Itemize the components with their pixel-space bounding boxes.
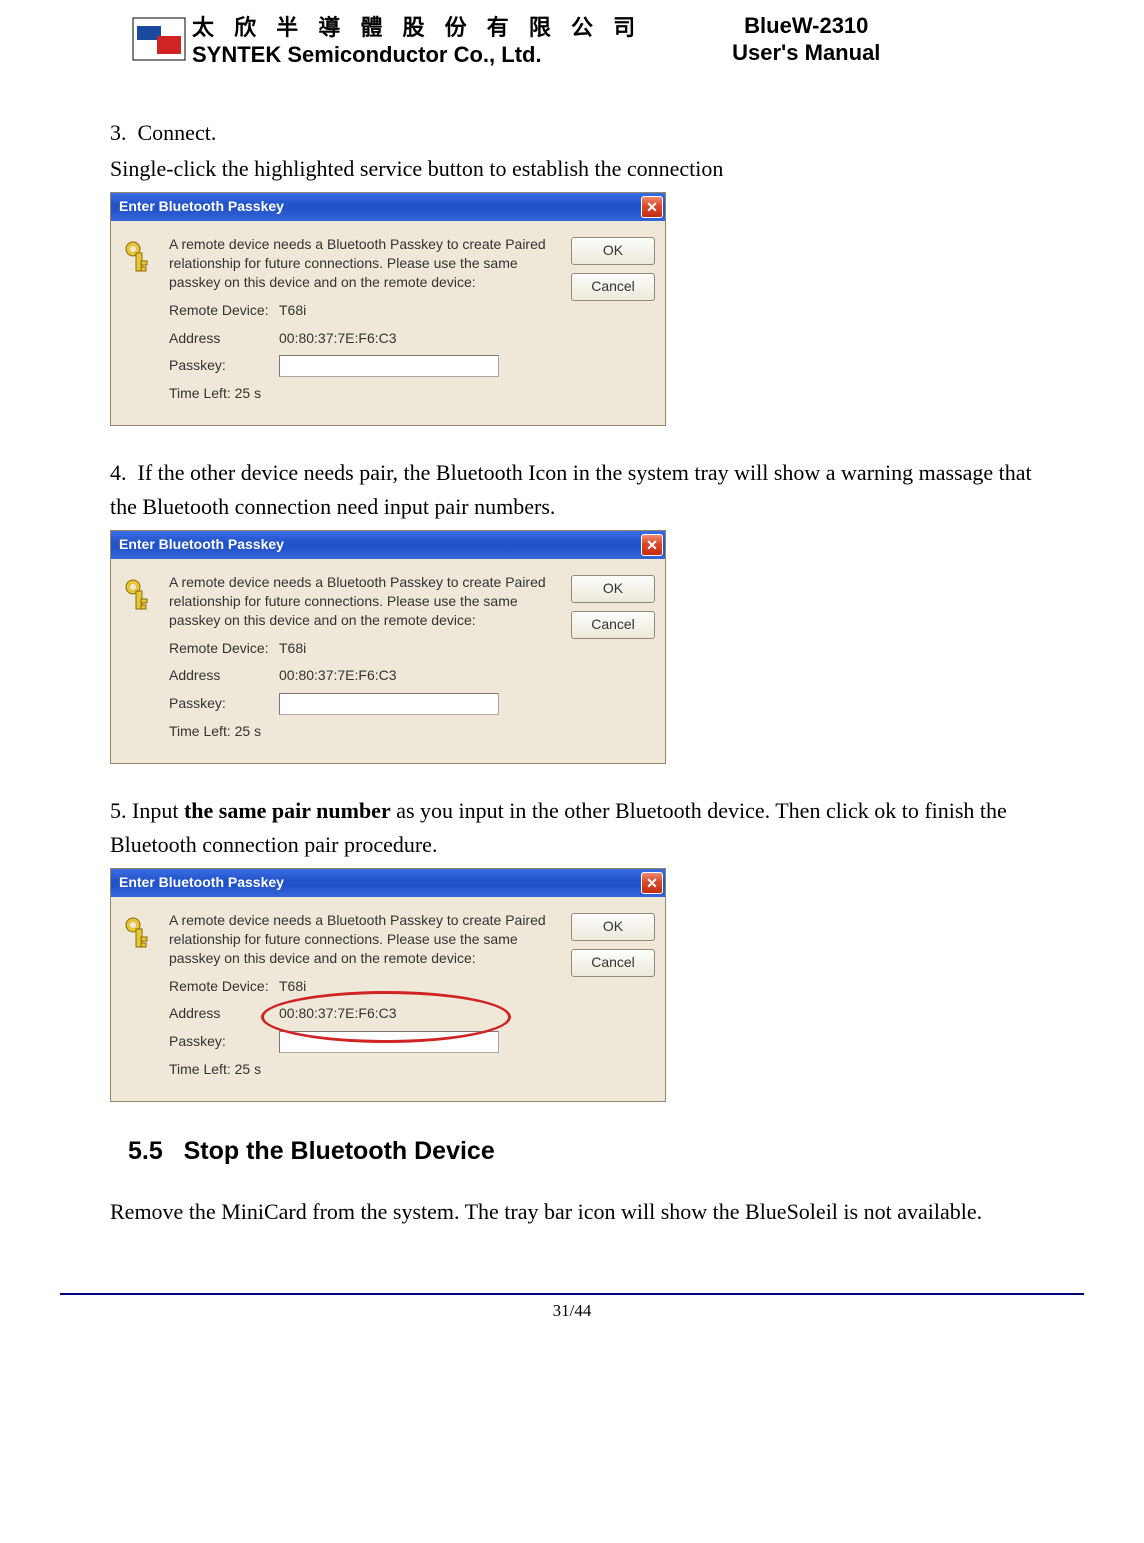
address-label: Address [169,1003,279,1025]
dialog-title: Enter Bluetooth Passkey [119,534,641,556]
company-name-chinese: 太 欣 半 導 體 股 份 有 限 公 司 [192,10,642,42]
key-icon [123,573,159,749]
ok-button[interactable]: OK [571,575,655,603]
key-icon [123,911,159,1087]
dialog-message: A remote device needs a Bluetooth Passke… [169,573,561,630]
passkey-label: Passkey: [169,355,279,377]
passkey-input[interactable] [279,1031,499,1053]
remote-device-value: T68i [279,638,306,660]
step-4: 4. If the other device needs pair, the B… [110,456,1034,524]
dialog-message: A remote device needs a Bluetooth Passke… [169,911,561,968]
company-logo [130,15,188,63]
address-value: 00:80:37:7E:F6:C3 [279,1003,397,1025]
ok-button[interactable]: OK [571,237,655,265]
time-left-label: Time Left: 25 s [169,383,261,405]
dialog-message: A remote device needs a Bluetooth Passke… [169,235,561,292]
cancel-button[interactable]: Cancel [571,273,655,301]
step-3-title: 3. Connect. [110,116,1034,150]
dialog-titlebar: Enter Bluetooth Passkey ✕ [111,531,665,559]
dialog-titlebar: Enter Bluetooth Passkey ✕ [111,193,665,221]
close-icon[interactable]: ✕ [641,872,663,894]
close-icon[interactable]: ✕ [641,196,663,218]
section-heading: 5.5 Stop the Bluetooth Device [128,1132,1034,1171]
product-name: BlueW-2310 [732,12,880,40]
remote-device-label: Remote Device: [169,638,279,660]
key-icon [123,235,159,411]
ok-button[interactable]: OK [571,913,655,941]
cancel-button[interactable]: Cancel [571,611,655,639]
passkey-input[interactable] [279,693,499,715]
remote-device-value: T68i [279,300,306,322]
dialog-titlebar: Enter Bluetooth Passkey ✕ [111,869,665,897]
step-5: 5. Input the same pair number as you inp… [110,794,1034,862]
time-left-label: Time Left: 25 s [169,1059,261,1081]
company-name-english: SYNTEK Semiconductor Co., Ltd. [192,42,642,68]
address-label: Address [169,665,279,687]
passkey-dialog: Enter Bluetooth Passkey ✕ A remote devic… [110,530,666,764]
address-label: Address [169,328,279,350]
passkey-label: Passkey: [169,1031,279,1053]
passkey-dialog: Enter Bluetooth Passkey ✕ A remote devic… [110,868,666,1102]
close-icon[interactable]: ✕ [641,534,663,556]
cancel-button[interactable]: Cancel [571,949,655,977]
section-body: Remove the MiniCard from the system. The… [110,1195,1034,1229]
passkey-input[interactable] [279,355,499,377]
page-footer: 31/44 [60,1293,1084,1341]
remote-device-label: Remote Device: [169,300,279,322]
page-number: 31/44 [60,1295,1084,1341]
document-title: User's Manual [732,39,880,67]
remote-device-label: Remote Device: [169,976,279,998]
dialog-title: Enter Bluetooth Passkey [119,196,641,218]
address-value: 00:80:37:7E:F6:C3 [279,328,397,350]
passkey-dialog: Enter Bluetooth Passkey ✕ A remote devic… [110,192,666,426]
step-3-body: Single-click the highlighted service but… [110,152,1034,186]
dialog-title: Enter Bluetooth Passkey [119,872,641,894]
time-left-label: Time Left: 25 s [169,721,261,743]
passkey-label: Passkey: [169,693,279,715]
page-header: 太 欣 半 導 體 股 份 有 限 公 司 SYNTEK Semiconduct… [60,0,1084,76]
remote-device-value: T68i [279,976,306,998]
address-value: 00:80:37:7E:F6:C3 [279,665,397,687]
